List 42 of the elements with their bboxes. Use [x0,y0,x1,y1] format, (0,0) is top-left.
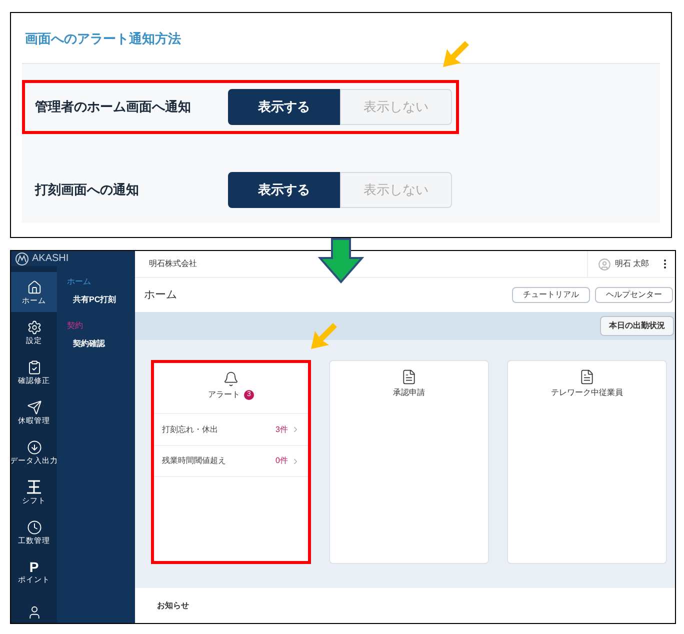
bars-icon [26,479,42,496]
document-icon [579,369,595,385]
toggle-option[interactable]: 表示する [228,172,340,208]
submenu-heading: 契約 [67,320,83,332]
user-icon [26,604,42,620]
row-count: 0件 [276,455,288,467]
alert-row[interactable]: 打刻忘れ・休出 3件 [154,413,308,445]
row-label: 打刻忘れ・休出 [162,424,219,436]
document-icon [401,369,417,385]
plane-icon [26,400,42,415]
logo-icon [15,252,29,266]
card-title: 承認申請 [393,387,425,399]
clipboard-icon [26,360,42,375]
card-title: アラート [208,389,240,401]
header-button[interactable]: ヘルプセンター [595,287,673,303]
row-count: 3件 [276,424,288,436]
bell-icon [223,371,239,387]
card-title: テレワーク中従業員 [551,387,623,399]
header-button[interactable]: チュートリアル [512,287,590,303]
logo-text: AKASHI [32,252,69,266]
setting-label: 管理者のホーム画面へ通知 [35,98,192,116]
chevron-icon [291,425,300,434]
setting-label: 打刻画面への通知 [35,180,140,199]
home-icon [26,280,42,295]
alert-row[interactable]: 残業時間閾値超え 0件 [154,445,308,477]
clock-icon [26,520,42,535]
attendance-button[interactable]: 本日の出勤状況 [600,316,674,336]
submenu-item[interactable]: 共有PC打刻 [73,294,116,306]
section-title: 画面へのアラート通知方法 [25,30,181,48]
submenu-heading: ホーム [67,276,91,288]
chevron-icon [291,456,300,466]
point-glyph: P [29,560,39,574]
company-name: 明石株式会社 [149,258,198,270]
user-name: 明石 太郎 [614,258,649,270]
gear-icon [26,320,42,335]
download-icon [26,440,42,455]
row-label: 残業時間閾値超え [162,455,227,467]
submenu-item[interactable]: 契約確認 [73,338,105,350]
notice-title: お知らせ [157,600,189,612]
toggle-option[interactable]: 表示する [228,88,340,124]
down-arrow [318,238,364,284]
page-title: ホーム [144,288,178,303]
